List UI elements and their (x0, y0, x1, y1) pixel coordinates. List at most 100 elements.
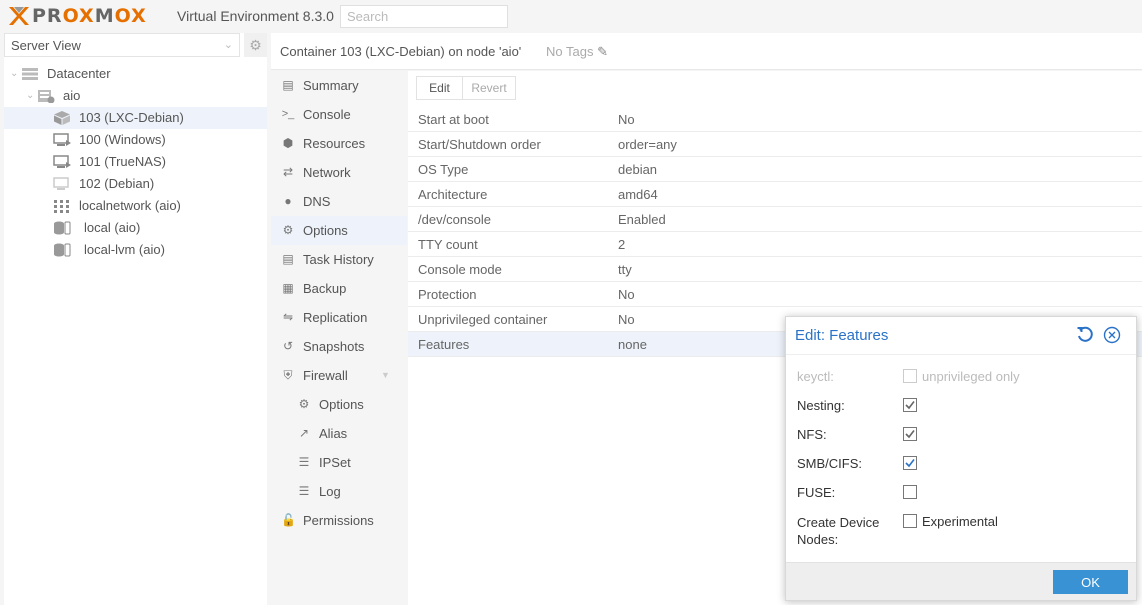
option-key: Protection (418, 287, 477, 302)
node-icon (38, 90, 55, 103)
list-icon: ☰ (298, 455, 310, 469)
field-label: Nesting: (797, 398, 845, 413)
menu-item-summary[interactable]: ▤ Summary (271, 71, 407, 100)
menu-item-dns[interactable]: ● DNS (271, 187, 407, 216)
menu-item-task-history[interactable]: ▤ Task History (271, 245, 407, 274)
dialog-header: Edit: Features (786, 317, 1136, 355)
smb-cifs-checkbox[interactable] (903, 456, 917, 470)
option-value: amd64 (618, 187, 658, 202)
chevron-down-icon[interactable]: ⌄ (224, 38, 233, 51)
proxmox-logo[interactable]: PROXMOX (8, 5, 147, 27)
tree-item-storage-local-lvm[interactable]: local-lvm (aio) (4, 239, 267, 261)
menu-item-console[interactable]: >_ Console (271, 100, 407, 129)
nfs-checkbox[interactable] (903, 427, 917, 441)
table-row[interactable]: Start/Shutdown order order=any (408, 132, 1142, 157)
tags-edit[interactable]: No Tags ✎ (546, 44, 608, 60)
menu-item-label: Replication (303, 310, 368, 325)
menu-item-replication[interactable]: ⇋ Replication (271, 303, 407, 332)
tree-item-datacenter[interactable]: ⌄ Datacenter (4, 63, 267, 85)
menu-item-snapshots[interactable]: ↺ Snapshots (271, 332, 407, 361)
chevron-down-icon[interactable]: ▼ (381, 361, 390, 390)
option-key: Start at boot (418, 112, 489, 127)
check-icon (905, 430, 915, 439)
menu-item-permissions[interactable]: 🔓 Permissions (271, 506, 407, 535)
tree-item-label: local (aio) (84, 220, 141, 235)
menu-item-label: Task History (303, 252, 374, 267)
gear-icon: ⚙ (282, 223, 294, 237)
replication-icon: ⇋ (282, 310, 294, 324)
option-key: Features (418, 337, 470, 352)
top-bar: PROXMOX Virtual Environment 8.3.0 (0, 0, 1142, 33)
reset-icon[interactable] (1076, 326, 1094, 344)
option-value: 2 (618, 237, 626, 252)
table-row[interactable]: Protection No (408, 282, 1142, 307)
keyctl-checkbox[interactable] (903, 369, 917, 383)
table-row[interactable]: /dev/console Enabled (408, 207, 1142, 232)
option-key: Unprivileged container (418, 312, 548, 327)
menu-item-firewall-options[interactable]: ⚙ Options (271, 390, 407, 419)
menu-item-label: Options (319, 397, 364, 412)
view-selector[interactable]: Server View ⌄ (4, 33, 240, 57)
menu-item-network[interactable]: ⇄ Network (271, 158, 407, 187)
tree-item-container-103[interactable]: 103 (LXC-Debian) (4, 107, 267, 129)
menu-item-firewall-ipset[interactable]: ☰ IPSet (271, 448, 407, 477)
proxmox-x-icon (9, 7, 29, 25)
menu-item-label: DNS (303, 194, 331, 209)
table-row[interactable]: Start at boot No (408, 107, 1142, 132)
menu-item-resources[interactable]: ⬢ Resources (271, 129, 407, 158)
keyctl-field: keyctl: unprivileged only (797, 367, 1127, 387)
tree-item-localnetwork[interactable]: localnetwork (aio) (4, 195, 267, 217)
menu-item-firewall-log[interactable]: ☰ Log (271, 477, 407, 506)
field-label: SMB/CIFS: (797, 456, 863, 471)
create-device-nodes-checkbox[interactable] (903, 514, 917, 528)
menu-item-label: Options (303, 223, 348, 238)
version-label: Virtual Environment 8.3.0 (177, 8, 334, 24)
tree-item-vm-101[interactable]: 101 (TrueNAS) (4, 151, 267, 173)
field-note: Experimental (922, 514, 998, 529)
alias-icon: ↗ (298, 426, 310, 440)
logo-wordmark: PROXMOX (32, 5, 147, 27)
menu-item-backup[interactable]: ▦ Backup (271, 274, 407, 303)
options-toolbar: Edit Revert (408, 71, 1142, 105)
fuse-checkbox[interactable] (903, 485, 917, 499)
table-row[interactable]: OS Type debian (408, 157, 1142, 182)
menu-item-firewall[interactable]: ⛨ Firewall ▼ (271, 361, 407, 390)
chevron-down-icon[interactable]: ⌄ (26, 85, 34, 107)
menu-item-firewall-alias[interactable]: ↗ Alias (271, 419, 407, 448)
ok-button[interactable]: OK (1053, 570, 1128, 594)
tree-item-storage-local[interactable]: local (aio) (4, 217, 267, 239)
option-value: No (618, 112, 635, 127)
menu-item-label: Network (303, 165, 351, 180)
gear-icon[interactable]: ⚙ (244, 33, 267, 57)
edit-button[interactable]: Edit (416, 76, 463, 100)
gear-icon: ⚙ (298, 397, 310, 411)
table-row[interactable]: Console mode tty (408, 257, 1142, 282)
field-label: FUSE: (797, 485, 836, 500)
backup-icon: ▦ (282, 281, 294, 295)
table-row[interactable]: Architecture amd64 (408, 182, 1142, 207)
menu-item-options[interactable]: ⚙ Options (271, 216, 407, 245)
tree-item-vm-102[interactable]: 102 (Debian) (4, 173, 267, 195)
close-icon[interactable] (1103, 326, 1121, 344)
dialog-footer: OK (786, 562, 1136, 600)
menu-item-label: IPSet (319, 455, 351, 470)
option-key: Start/Shutdown order (418, 137, 541, 152)
nesting-checkbox[interactable] (903, 398, 917, 412)
revert-button[interactable]: Revert (463, 76, 516, 100)
option-value: none (618, 337, 647, 352)
tree-item-node-aio[interactable]: ⌄ aio (4, 85, 267, 107)
option-value: order=any (618, 137, 677, 152)
chevron-down-icon[interactable]: ⌄ (10, 63, 18, 85)
option-value: No (618, 312, 635, 327)
tree-item-label: 100 (Windows) (79, 132, 166, 147)
table-row[interactable]: TTY count 2 (408, 232, 1142, 257)
tree-item-vm-100[interactable]: 100 (Windows) (4, 129, 267, 151)
tags-label: No Tags (546, 44, 594, 59)
pencil-icon[interactable]: ✎ (597, 44, 608, 59)
field-label: keyctl: (797, 369, 834, 384)
search-input[interactable] (340, 5, 508, 28)
menu-item-label: Console (303, 107, 351, 122)
menu-item-label: Alias (319, 426, 348, 441)
menu-item-label: Summary (303, 78, 359, 93)
tree-item-label: 102 (Debian) (79, 176, 155, 191)
